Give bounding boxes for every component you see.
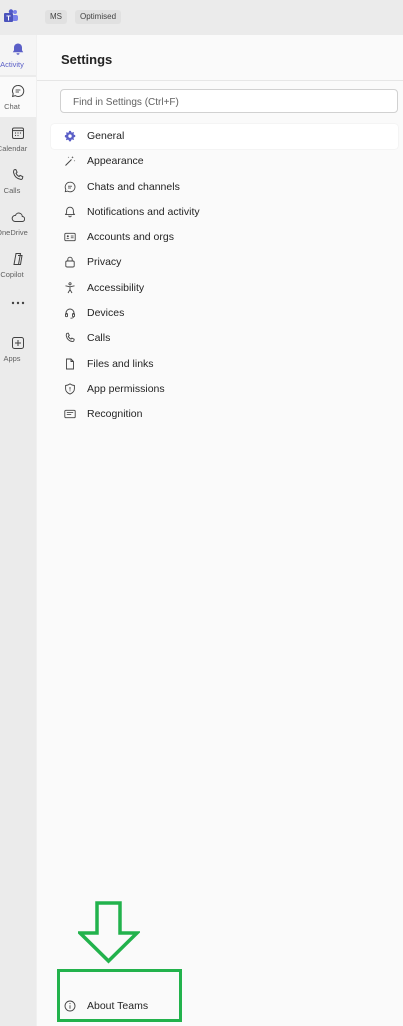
rail-item-onedrive[interactable]: OneDrive xyxy=(0,203,36,243)
optimised-chip[interactable]: Optimised xyxy=(75,10,122,24)
rail-label: Calls xyxy=(3,186,21,195)
settings-item-label: Files and links xyxy=(87,357,154,370)
settings-item-app-permissions[interactable]: App permissions xyxy=(51,377,398,402)
rail-item-calls[interactable]: Calls xyxy=(0,161,36,201)
settings-item-label: General xyxy=(87,130,125,142)
settings-search-input[interactable] xyxy=(71,90,375,114)
recognition-icon xyxy=(64,410,76,419)
settings-item-general[interactable]: General xyxy=(51,124,398,150)
apps-icon xyxy=(12,337,24,349)
rail-label: Calendar xyxy=(0,144,28,153)
title-bar: T MS Optimised xyxy=(0,0,403,35)
settings-item-appearance[interactable]: Appearance xyxy=(51,149,398,174)
app-rail: Activity Chat Calendar Calls OneDrive xyxy=(0,35,36,1026)
id-card-icon xyxy=(64,233,76,242)
settings-item-label: Calls xyxy=(87,332,111,345)
settings-nav: General Appearance Chats and channels No… xyxy=(51,124,398,428)
settings-item-label: Devices xyxy=(87,307,125,320)
cloud-icon xyxy=(11,212,25,222)
highlight-box-annotation xyxy=(57,969,182,1022)
chat-bubble-icon xyxy=(64,181,76,192)
down-arrow-annotation-icon xyxy=(78,901,140,964)
settings-header: Settings xyxy=(37,35,403,81)
gear-icon xyxy=(64,130,76,142)
settings-item-notifications[interactable]: Notifications and activity xyxy=(51,200,398,225)
teams-logo-icon[interactable]: T xyxy=(3,8,19,24)
copilot-icon xyxy=(13,253,23,265)
magic-wand-icon xyxy=(65,156,76,167)
rail-label: Activity xyxy=(0,60,24,69)
lock-icon xyxy=(65,257,75,268)
rail-label: Apps xyxy=(3,354,21,363)
rail-item-more[interactable] xyxy=(0,291,36,315)
shield-icon xyxy=(65,383,75,395)
settings-item-label: Appearance xyxy=(87,155,144,168)
settings-item-label: Accounts and orgs xyxy=(87,231,174,244)
rail-item-copilot[interactable]: Copilot xyxy=(0,245,36,285)
chat-icon xyxy=(11,84,25,98)
rail-item-calendar[interactable]: Calendar xyxy=(0,119,36,159)
settings-item-calls[interactable]: Calls xyxy=(51,326,398,351)
rail-label: Copilot xyxy=(0,270,24,279)
settings-item-label: Recognition xyxy=(87,408,143,421)
settings-item-privacy[interactable]: Privacy xyxy=(51,250,398,275)
settings-item-accessibility[interactable]: Accessibility xyxy=(51,276,398,301)
more-icon xyxy=(11,301,25,305)
settings-item-files-and-links[interactable]: Files and links xyxy=(51,352,398,377)
rail-item-activity[interactable]: Activity xyxy=(0,35,36,75)
rail-item-apps[interactable]: Apps xyxy=(0,329,36,369)
svg-text:T: T xyxy=(6,15,11,22)
phone-icon xyxy=(65,332,75,343)
settings-item-recognition[interactable]: Recognition xyxy=(51,402,398,427)
accessibility-icon xyxy=(65,282,75,294)
bell-icon xyxy=(12,43,24,55)
rail-label: OneDrive xyxy=(0,228,28,237)
profile-chip[interactable]: MS xyxy=(45,10,67,24)
settings-item-devices[interactable]: Devices xyxy=(51,301,398,326)
settings-pane: Settings General Appearance xyxy=(37,35,403,1026)
settings-item-chats-and-channels[interactable]: Chats and channels xyxy=(51,175,398,200)
settings-item-label: Notifications and activity xyxy=(87,205,200,218)
rail-label: Chat xyxy=(4,102,20,111)
headset-icon xyxy=(65,308,75,319)
bell-icon xyxy=(64,206,76,218)
page-title: Settings xyxy=(61,52,113,67)
rail-item-chat[interactable]: Chat xyxy=(0,77,36,117)
settings-item-label: Accessibility xyxy=(87,281,145,294)
settings-item-label: App permissions xyxy=(87,382,165,395)
calendar-icon xyxy=(12,127,24,139)
settings-item-label: Chats and channels xyxy=(87,180,180,193)
document-icon xyxy=(66,358,74,370)
settings-item-accounts-and-orgs[interactable]: Accounts and orgs xyxy=(51,225,398,250)
settings-item-label: Privacy xyxy=(87,256,122,269)
settings-search-box[interactable] xyxy=(60,89,398,114)
phone-icon xyxy=(13,168,24,180)
